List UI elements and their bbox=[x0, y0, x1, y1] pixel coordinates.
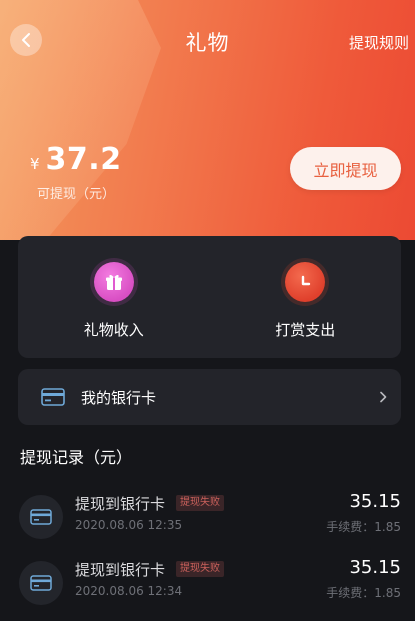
gift-icon bbox=[93, 262, 134, 302]
gift-income-label: 礼物收入 bbox=[83, 321, 144, 339]
record-fee: 手续费：1.85 bbox=[326, 520, 401, 534]
record-title: 提现到银行卡 bbox=[75, 495, 166, 513]
record-fee: 手续费：1.85 bbox=[326, 586, 401, 600]
withdraw-now-button[interactable]: 立即提现 bbox=[290, 147, 401, 190]
status-badge: 提现失败 bbox=[176, 495, 224, 511]
chevron-left-icon bbox=[22, 33, 30, 47]
list-item[interactable]: 提现到银行卡 提现失败 2020.08.06 12:34 35.15 手续费：1… bbox=[0, 557, 415, 613]
balance-value: 37.2 bbox=[45, 142, 122, 177]
gift-income-button[interactable]: 礼物收入 bbox=[18, 236, 210, 358]
status-badge: 提现失败 bbox=[176, 561, 224, 577]
page: 礼物 提现规则 ¥ 37.2 可提现（元） 立即提现 礼物收入 打赏支出 我的银… bbox=[0, 0, 415, 621]
record-time: 2020.08.06 12:34 bbox=[75, 584, 183, 598]
list-item[interactable]: 提现到银行卡 提现失败 2020.08.06 12:35 35.15 手续费：1… bbox=[0, 491, 415, 547]
my-bank-card-row[interactable]: 我的银行卡 bbox=[18, 369, 401, 425]
record-time: 2020.08.06 12:35 bbox=[75, 518, 183, 532]
withdraw-rules-link[interactable]: 提现规则 bbox=[349, 32, 409, 53]
currency-symbol: ¥ bbox=[30, 155, 40, 173]
withdraw-records-title: 提现记录（元） bbox=[20, 448, 133, 467]
record-amount: 35.15 bbox=[349, 557, 401, 578]
back-button[interactable] bbox=[10, 24, 42, 56]
balance-label: 可提现（元） bbox=[37, 187, 116, 202]
bank-card-icon bbox=[41, 388, 65, 406]
reward-expense-button[interactable]: 打赏支出 bbox=[210, 236, 402, 358]
record-title: 提现到银行卡 bbox=[75, 561, 166, 579]
bank-card-icon bbox=[19, 495, 63, 539]
reward-expense-label: 打赏支出 bbox=[275, 321, 336, 339]
clock-icon bbox=[285, 262, 326, 302]
bank-card-label: 我的银行卡 bbox=[81, 388, 157, 407]
chevron-right-icon bbox=[379, 391, 387, 403]
header-banner: 礼物 提现规则 ¥ 37.2 可提现（元） 立即提现 bbox=[0, 0, 415, 240]
balance-amount: ¥ 37.2 bbox=[30, 142, 122, 177]
record-amount: 35.15 bbox=[349, 491, 401, 512]
feature-card: 礼物收入 打赏支出 bbox=[18, 236, 401, 358]
bank-card-icon bbox=[19, 561, 63, 605]
